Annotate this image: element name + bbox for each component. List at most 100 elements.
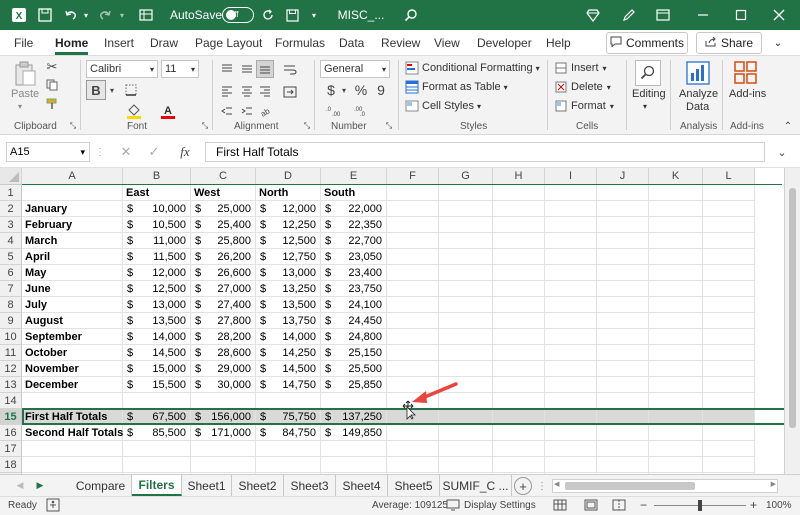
align-bottom-icon[interactable] bbox=[256, 60, 274, 78]
cell-f9[interactable] bbox=[387, 313, 439, 329]
row-header-12[interactable]: 12 bbox=[0, 361, 22, 377]
analyze-data-icon[interactable] bbox=[683, 59, 713, 87]
cell-c16[interactable]: $171,000 bbox=[191, 425, 256, 441]
cell-e10[interactable]: $24,800 bbox=[321, 329, 387, 345]
name-box[interactable]: A15 ▾ bbox=[6, 142, 90, 162]
tab-data[interactable]: Data bbox=[339, 36, 364, 50]
cell-b14[interactable] bbox=[123, 393, 191, 409]
cell-k7[interactable] bbox=[649, 281, 703, 297]
cell-d9[interactable]: $13,750 bbox=[256, 313, 321, 329]
cell-l5[interactable] bbox=[703, 249, 755, 265]
cell-j14[interactable] bbox=[597, 393, 649, 409]
row-header-17[interactable]: 17 bbox=[0, 441, 22, 457]
cell-j1[interactable] bbox=[597, 185, 649, 201]
cell-a5[interactable]: April bbox=[22, 249, 123, 265]
alignment-launcher-icon[interactable]: ⤡ bbox=[302, 120, 312, 132]
increase-indent-icon[interactable] bbox=[238, 102, 256, 120]
cell-l3[interactable] bbox=[703, 217, 755, 233]
cell-i16[interactable] bbox=[545, 425, 597, 441]
close-icon[interactable] bbox=[766, 0, 792, 30]
column-header-i[interactable]: I bbox=[545, 168, 597, 185]
paste-icon[interactable] bbox=[10, 60, 40, 88]
cell-c12[interactable]: $29,000 bbox=[191, 361, 256, 377]
cell-e12[interactable]: $25,500 bbox=[321, 361, 387, 377]
cell-g6[interactable] bbox=[439, 265, 493, 281]
cell-j11[interactable] bbox=[597, 345, 649, 361]
cell-j12[interactable] bbox=[597, 361, 649, 377]
cell-e6[interactable]: $23,400 bbox=[321, 265, 387, 281]
analyze-data-label-line1[interactable]: Analyze bbox=[679, 88, 718, 100]
cell-b17[interactable] bbox=[123, 441, 191, 457]
orientation-icon[interactable]: ab bbox=[256, 102, 274, 120]
cell-i11[interactable] bbox=[545, 345, 597, 361]
copy-icon[interactable] bbox=[44, 77, 60, 93]
cell-d12[interactable]: $14,500 bbox=[256, 361, 321, 377]
minimize-icon[interactable] bbox=[690, 0, 716, 30]
cell-styles-button[interactable]: Cell Styles ▾ bbox=[404, 97, 481, 115]
cell-f4[interactable] bbox=[387, 233, 439, 249]
zoom-in-icon[interactable]: + bbox=[750, 498, 757, 512]
row-header-2[interactable]: 2 bbox=[0, 201, 22, 217]
cell-j16[interactable] bbox=[597, 425, 649, 441]
undo-dropdown-icon[interactable]: ▾ bbox=[80, 0, 92, 30]
align-top-icon[interactable] bbox=[218, 60, 236, 78]
sheet-tab-filters[interactable]: Filters bbox=[132, 475, 182, 496]
cell-c17[interactable] bbox=[191, 441, 256, 457]
cell-k18[interactable] bbox=[649, 457, 703, 473]
cell-a4[interactable]: March bbox=[22, 233, 123, 249]
cell-c4[interactable]: $25,800 bbox=[191, 233, 256, 249]
cell-i18[interactable] bbox=[545, 457, 597, 473]
cell-g1[interactable] bbox=[439, 185, 493, 201]
diamond-icon[interactable] bbox=[582, 0, 604, 30]
cell-k14[interactable] bbox=[649, 393, 703, 409]
cell-l18[interactable] bbox=[703, 457, 755, 473]
comments-button[interactable]: Comments bbox=[606, 32, 688, 54]
sheet-tab-compare[interactable]: Compare bbox=[70, 475, 132, 496]
zoom-slider-thumb[interactable] bbox=[698, 500, 702, 511]
ribbon-display-icon[interactable] bbox=[652, 0, 674, 30]
cell-d6[interactable]: $13,000 bbox=[256, 265, 321, 281]
row-header-1[interactable]: 1 bbox=[0, 185, 22, 201]
row-header-8[interactable]: 8 bbox=[0, 297, 22, 313]
cell-i7[interactable] bbox=[545, 281, 597, 297]
save-icon[interactable] bbox=[34, 0, 56, 30]
cell-i6[interactable] bbox=[545, 265, 597, 281]
cell-h11[interactable] bbox=[493, 345, 545, 361]
cell-i4[interactable] bbox=[545, 233, 597, 249]
cell-k8[interactable] bbox=[649, 297, 703, 313]
number-launcher-icon[interactable]: ⤡ bbox=[384, 120, 394, 132]
row-header-7[interactable]: 7 bbox=[0, 281, 22, 297]
cell-d3[interactable]: $12,250 bbox=[256, 217, 321, 233]
cell-l16[interactable] bbox=[703, 425, 755, 441]
cell-g8[interactable] bbox=[439, 297, 493, 313]
row-header-9[interactable]: 9 bbox=[0, 313, 22, 329]
row-header-4[interactable]: 4 bbox=[0, 233, 22, 249]
cell-k12[interactable] bbox=[649, 361, 703, 377]
cell-h1[interactable] bbox=[493, 185, 545, 201]
scrollbar-thumb[interactable] bbox=[565, 482, 695, 490]
cell-l7[interactable] bbox=[703, 281, 755, 297]
sheet-tab-sheet4[interactable]: Sheet4 bbox=[336, 475, 388, 496]
file-name[interactable]: MISC_... bbox=[336, 0, 386, 30]
cell-f6[interactable] bbox=[387, 265, 439, 281]
conditional-formatting-button[interactable]: Conditional Formatting ▾ bbox=[404, 59, 540, 77]
display-settings-label[interactable]: Display Settings bbox=[464, 500, 536, 511]
cell-l11[interactable] bbox=[703, 345, 755, 361]
cell-g2[interactable] bbox=[439, 201, 493, 217]
cell-a16[interactable]: Second Half Totals bbox=[22, 425, 123, 441]
save-cloud-icon[interactable] bbox=[282, 0, 302, 30]
pen-icon[interactable] bbox=[618, 0, 640, 30]
cell-j18[interactable] bbox=[597, 457, 649, 473]
cell-a13[interactable]: December bbox=[22, 377, 123, 393]
delete-cells-button[interactable]: Delete ▾ bbox=[554, 78, 611, 96]
cell-e9[interactable]: $24,450 bbox=[321, 313, 387, 329]
cell-b18[interactable] bbox=[123, 457, 191, 473]
select-all-corner[interactable] bbox=[0, 168, 22, 185]
cell-a17[interactable] bbox=[22, 441, 123, 457]
cell-g9[interactable] bbox=[439, 313, 493, 329]
cut-icon[interactable]: ✂ bbox=[44, 59, 60, 75]
sheet-tab-sheet2[interactable]: Sheet2 bbox=[232, 475, 284, 496]
cell-a10[interactable]: September bbox=[22, 329, 123, 345]
format-cells-button[interactable]: Format ▾ bbox=[554, 97, 614, 115]
merge-center-icon[interactable] bbox=[280, 82, 300, 102]
